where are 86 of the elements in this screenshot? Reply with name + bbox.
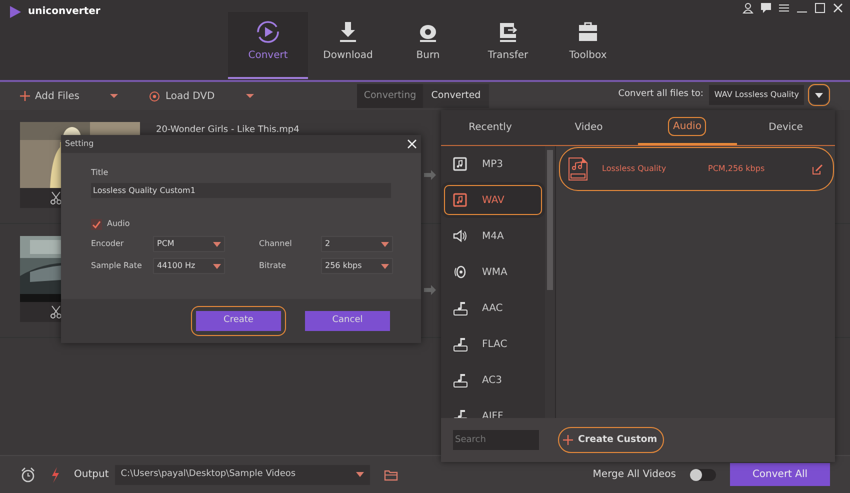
chat-icon[interactable]: [760, 2, 772, 14]
disc-icon: [453, 264, 468, 280]
select-field[interactable]: 256 kbps: [321, 258, 393, 274]
convert-all-label: Convert all files to:: [618, 88, 704, 102]
caret-icon: [213, 264, 221, 268]
scrollbar[interactable]: [547, 150, 553, 290]
lightning-icon[interactable]: [50, 466, 60, 482]
music-note-icon: [453, 192, 468, 208]
dropdown-button[interactable]: [810, 86, 828, 104]
check-icon: [92, 220, 101, 228]
convert-all-button[interactable]: Convert All: [730, 463, 830, 486]
file-name: 20-Wonder Girls - Like This.mp4: [156, 124, 300, 137]
load-dvd-button[interactable]: Load DVD: [149, 88, 215, 104]
music-file-icon: [453, 336, 468, 352]
music-file-icon: [453, 372, 468, 388]
edit-icon: [812, 164, 823, 174]
format-item[interactable]: AAC: [441, 290, 545, 326]
convert-icon: [256, 20, 280, 44]
create-custom-button[interactable]: Create Custom: [559, 428, 663, 452]
format-item[interactable]: MP3: [441, 146, 545, 182]
select-field[interactable]: 2: [321, 236, 393, 252]
audio-label: Audio: [107, 218, 130, 230]
field-label: Bitrate: [259, 260, 288, 272]
format-item[interactable]: AC3: [441, 362, 545, 398]
arrow-icon: [424, 170, 436, 180]
merge-toggle[interactable]: [690, 468, 716, 480]
logo-icon: [8, 4, 22, 18]
caret-icon[interactable]: [109, 93, 120, 99]
nav-tab[interactable]: Burn: [388, 12, 468, 79]
format-item[interactable]: M4A: [441, 218, 545, 254]
format-tab[interactable]: Device: [736, 110, 835, 145]
view-tab[interactable]: Converting: [357, 84, 423, 108]
view-tab[interactable]: Converted: [423, 84, 489, 108]
title-label: Title: [91, 167, 110, 179]
format-tab[interactable]: Video: [540, 110, 638, 145]
alarm-icon[interactable]: [20, 466, 36, 482]
preset-row[interactable]: Lossless Quality PCM,256 kbps: [560, 148, 833, 190]
nav-tab[interactable]: Transfer: [468, 12, 548, 79]
nav-tab[interactable]: Download: [308, 12, 388, 79]
field-label: Channel: [259, 238, 293, 250]
format-tab[interactable]: Audio: [638, 110, 736, 145]
music-file-icon: [453, 300, 468, 316]
audio-file-icon: [568, 157, 588, 181]
cancel-button[interactable]: Cancel: [305, 311, 390, 331]
caret-icon: [815, 92, 823, 98]
format-select[interactable]: WAV Lossless Quality: [709, 85, 804, 105]
disc-icon: [149, 90, 160, 102]
search-field[interactable]: Search: [453, 430, 539, 450]
format-item[interactable]: WMA: [441, 254, 545, 290]
field-label: Sample Rate: [91, 260, 143, 272]
format-item[interactable]: WAV: [441, 182, 545, 218]
select-field[interactable]: PCM: [153, 236, 225, 252]
arrow-icon: [424, 285, 436, 295]
app-name: uniconverter: [28, 5, 100, 19]
plus-icon: [20, 91, 30, 101]
nav-tab[interactable]: Convert: [228, 12, 308, 79]
caret-icon: [381, 264, 389, 268]
add-files-button[interactable]: Add Files: [20, 88, 80, 104]
maximize-icon[interactable]: [814, 2, 826, 14]
plus-icon: [563, 435, 573, 445]
create-button[interactable]: Create: [196, 311, 281, 331]
close-icon[interactable]: [407, 139, 417, 149]
close-icon[interactable]: [832, 2, 844, 14]
output-label: Output: [74, 468, 109, 482]
caret-icon: [356, 472, 364, 477]
speaker-icon: [453, 228, 468, 244]
music-note-icon: [453, 156, 468, 172]
select-field[interactable]: 44100 Hz: [153, 258, 225, 274]
scissors-icon[interactable]: [50, 191, 62, 205]
scissors-icon[interactable]: [50, 305, 62, 319]
output-path-field[interactable]: C:\Users\payal\Desktop\Sample Videos: [114, 464, 370, 484]
format-item[interactable]: FLAC: [441, 326, 545, 362]
dialog-title: Setting: [65, 138, 94, 150]
toolbox-icon: [576, 20, 600, 44]
folder-icon[interactable]: [384, 468, 398, 480]
title-field[interactable]: Lossless Quality Custom1: [91, 183, 391, 198]
format-tab[interactable]: Recently: [441, 110, 540, 145]
caret-icon: [213, 242, 221, 246]
caret-icon: [381, 242, 389, 246]
user-icon[interactable]: [742, 2, 754, 14]
field-label: Encoder: [91, 238, 125, 250]
audio-checkbox[interactable]: [91, 218, 102, 230]
nav-tab[interactable]: Toolbox: [548, 12, 628, 79]
caret-icon[interactable]: [244, 93, 255, 99]
merge-label: Merge All Videos: [592, 468, 676, 482]
menu-icon[interactable]: [778, 2, 790, 14]
